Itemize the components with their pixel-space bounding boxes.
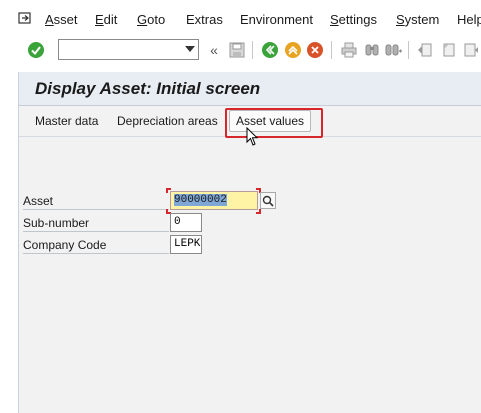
enter-icon[interactable]	[26, 40, 46, 60]
menu-environment[interactable]: Environment	[240, 12, 313, 27]
main-screen: Display Asset: Initial screen Master dat…	[18, 72, 481, 413]
print-icon[interactable]	[339, 40, 359, 60]
company-code-label: Company Code	[23, 238, 107, 252]
cancel-icon[interactable]	[305, 40, 325, 60]
find-next-icon[interactable]	[384, 40, 404, 60]
company-code-value: LEPK	[174, 238, 201, 250]
find-icon[interactable]	[362, 40, 382, 60]
highlight-box	[225, 108, 323, 138]
menu-extras[interactable]: Extras	[186, 12, 223, 27]
back-icon[interactable]	[260, 40, 280, 60]
subnumber-label: Sub-number	[23, 216, 90, 230]
subnumber-value: 0	[174, 216, 181, 228]
master-data-button[interactable]: Master data	[35, 114, 98, 128]
page-title: Display Asset: Initial screen	[35, 79, 261, 98]
menu-settings[interactable]: Settings	[330, 12, 377, 27]
command-input[interactable]	[61, 41, 179, 58]
title-bar: Display Asset: Initial screen	[19, 72, 481, 106]
subnumber-field[interactable]: 0	[170, 213, 202, 232]
menu-bar: Asset Edit Goto Extras Environment Setti…	[0, 0, 481, 36]
next-page-icon[interactable]	[461, 40, 481, 60]
previous-page-icon[interactable]	[438, 40, 458, 60]
chevron-down-icon[interactable]	[185, 46, 195, 52]
exit-icon[interactable]	[283, 40, 303, 60]
double-left-icon[interactable]: «	[204, 40, 224, 60]
asset-field[interactable]: 90000002	[170, 191, 258, 210]
asset-label: Asset	[23, 194, 54, 208]
menu-help[interactable]: Help	[457, 12, 481, 27]
company-code-field[interactable]: LEPK	[170, 235, 202, 254]
command-field[interactable]	[58, 39, 199, 60]
menu-asset[interactable]: Asset	[45, 12, 78, 27]
first-page-icon[interactable]	[415, 40, 435, 60]
mouse-pointer-icon	[246, 127, 259, 146]
menu-edit[interactable]: Edit	[95, 12, 117, 27]
asset-value: 90000002	[174, 194, 227, 206]
menu-goto[interactable]: Goto	[137, 12, 165, 27]
search-icon	[262, 195, 274, 207]
value-help-button[interactable]	[260, 192, 276, 209]
save-icon[interactable]	[227, 40, 247, 60]
depreciation-areas-button[interactable]: Depreciation areas	[117, 114, 218, 128]
menu-options-icon[interactable]	[18, 12, 32, 24]
menu-system[interactable]: System	[396, 12, 439, 27]
